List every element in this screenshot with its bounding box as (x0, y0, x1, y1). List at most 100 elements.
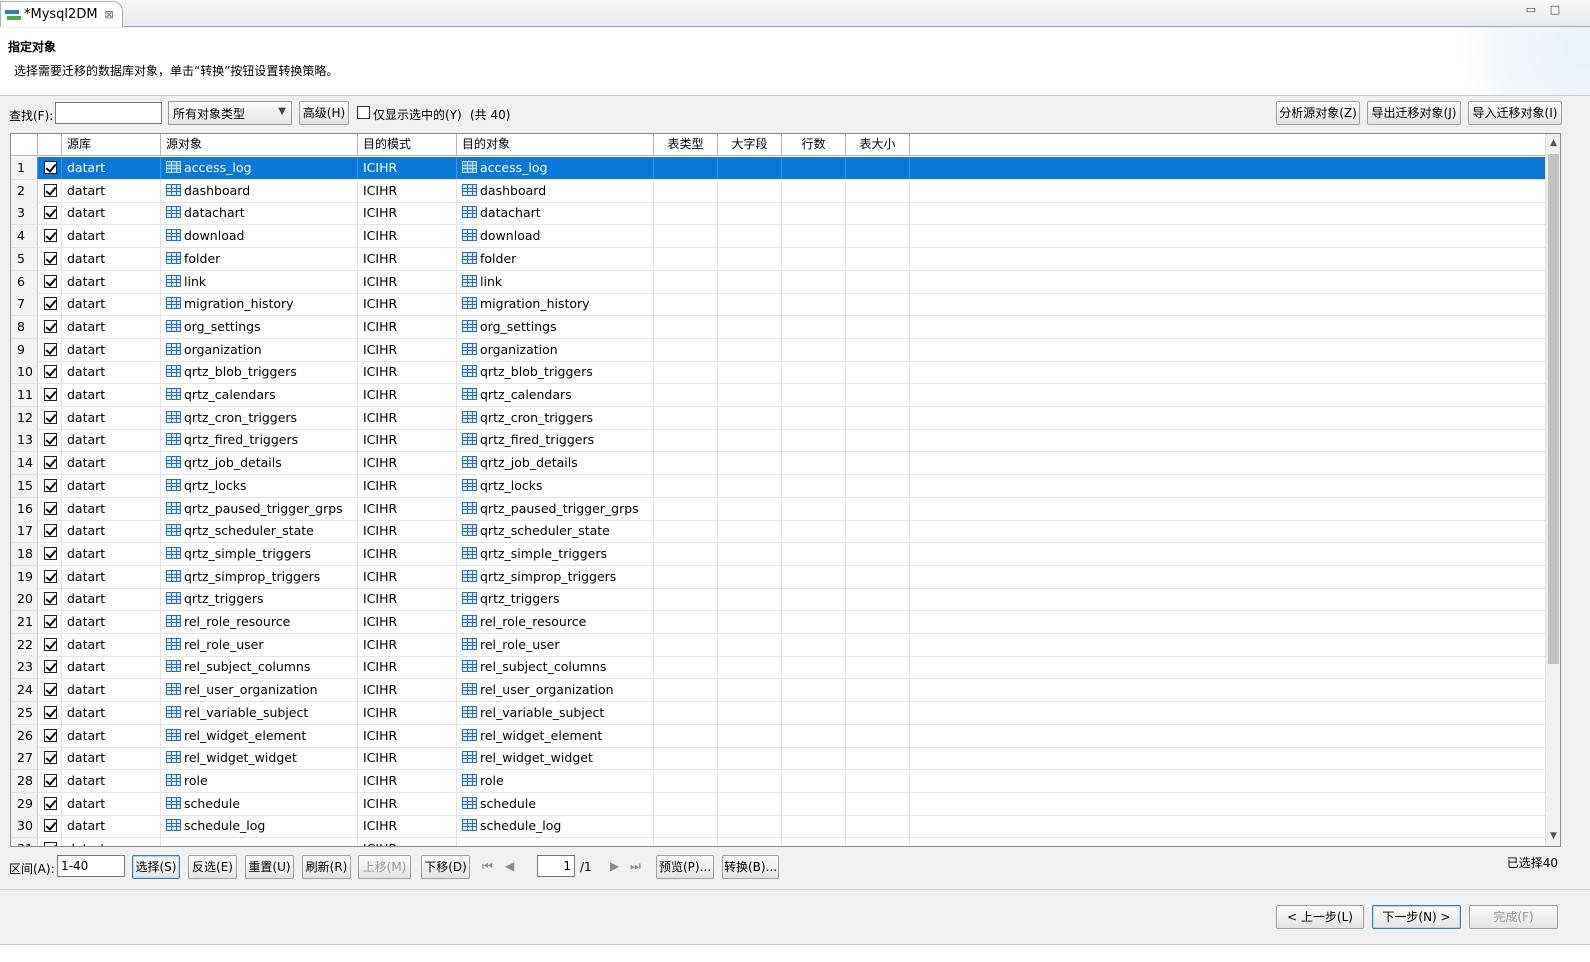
target-schema-cell[interactable]: ICIHR (358, 542, 457, 565)
lob-cell[interactable] (718, 474, 782, 497)
table-type-cell[interactable] (654, 338, 718, 361)
row-checkbox[interactable] (44, 388, 57, 401)
back-button[interactable]: < 上一步(L) (1276, 905, 1364, 929)
row-checkbox[interactable] (44, 728, 57, 742)
source-db-cell[interactable]: datart (62, 542, 161, 565)
table-type-cell[interactable] (654, 452, 718, 475)
lob-cell[interactable] (718, 247, 782, 270)
rows-cell[interactable] (782, 497, 846, 520)
source-db-cell[interactable]: datart (62, 611, 161, 633)
row-number[interactable]: 19 (11, 565, 38, 588)
target-object-cell[interactable]: organization (457, 338, 654, 361)
find-input[interactable] (55, 102, 162, 124)
target-schema-cell[interactable]: ICIHR (358, 679, 457, 702)
source-object-cell[interactable]: qrtz_scheduler_state (161, 520, 358, 543)
row-checkbox[interactable] (44, 751, 57, 765)
row-number[interactable]: 17 (11, 520, 38, 543)
table-size-cell[interactable] (846, 815, 910, 838)
table-type-cell[interactable] (654, 406, 718, 429)
target-schema-cell[interactable]: ICIHR (358, 293, 457, 316)
rows-cell[interactable] (782, 520, 846, 543)
source-db-cell[interactable]: datart (62, 361, 161, 384)
lob-cell[interactable] (718, 633, 782, 656)
table-row[interactable]: 19 datart qrtz_simprop_triggers ICIHR qrtz_s… (11, 565, 1547, 589)
target-object-cell[interactable]: rel_role_user (457, 633, 654, 656)
table-row[interactable]: 15 datart qrtz_locks ICIHR qrtz_locks (11, 474, 1547, 498)
source-object-cell[interactable]: role (161, 769, 358, 792)
table-row[interactable]: 5 datart folder ICIHR folder (11, 247, 1547, 271)
rows-cell[interactable] (782, 542, 846, 565)
target-object-cell[interactable]: schedule (457, 792, 654, 815)
target-object-cell[interactable]: download (457, 225, 654, 248)
table-type-cell[interactable] (654, 838, 718, 846)
table-size-cell[interactable] (846, 611, 910, 633)
target-object-cell[interactable]: rel_role_resource (457, 611, 654, 633)
lob-cell[interactable] (718, 157, 782, 179)
source-db-cell[interactable]: datart (62, 633, 161, 656)
table-row[interactable]: 2 datart dashboard ICIHR dashboard (11, 179, 1547, 203)
source-db-cell[interactable]: datart (62, 565, 161, 588)
source-object-cell[interactable]: schedule (161, 792, 358, 815)
source-object-cell[interactable]: qrtz_job_details (161, 452, 358, 475)
target-schema-cell[interactable]: ICIHR (358, 724, 457, 747)
source-db-cell[interactable]: datart (62, 293, 161, 316)
target-object-cell[interactable]: qrtz_scheduler_state (457, 520, 654, 543)
source-object-cell[interactable]: rel_widget_element (161, 724, 358, 747)
source-db-cell[interactable]: datart (62, 769, 161, 792)
table-row[interactable]: 31 datart ICIHR (11, 838, 1547, 846)
row-number[interactable]: 26 (11, 724, 38, 747)
target-schema-cell[interactable]: ICIHR (358, 633, 457, 656)
target-schema-cell[interactable]: ICIHR (358, 338, 457, 361)
row-checkbox[interactable] (44, 297, 57, 311)
lob-cell[interactable] (718, 384, 782, 406)
table-size-cell[interactable] (846, 293, 910, 316)
row-number[interactable]: 6 (11, 270, 38, 293)
source-db-cell[interactable]: datart (62, 747, 161, 770)
target-schema-cell[interactable]: ICIHR (358, 225, 457, 248)
col-source-db[interactable]: 源库 (62, 134, 161, 156)
rows-cell[interactable] (782, 701, 846, 724)
lob-cell[interactable] (718, 225, 782, 248)
row-number[interactable]: 1 (11, 157, 38, 179)
table-size-cell[interactable] (846, 724, 910, 747)
rows-cell[interactable] (782, 225, 846, 248)
row-checkbox[interactable] (44, 319, 57, 333)
target-object-cell[interactable]: link (457, 270, 654, 293)
row-number[interactable]: 20 (11, 588, 38, 611)
target-schema-cell[interactable]: ICIHR (358, 769, 457, 792)
lob-cell[interactable] (718, 542, 782, 565)
table-type-cell[interactable] (654, 679, 718, 702)
row-checkbox[interactable] (44, 342, 57, 356)
check-header[interactable] (38, 134, 62, 156)
target-schema-cell[interactable]: ICIHR (358, 588, 457, 611)
source-object-cell[interactable]: qrtz_blob_triggers (161, 361, 358, 384)
source-db-cell[interactable]: datart (62, 701, 161, 724)
target-schema-cell[interactable]: ICIHR (358, 452, 457, 475)
row-checkbox[interactable] (44, 206, 57, 220)
target-object-cell[interactable]: qrtz_locks (457, 474, 654, 497)
source-db-cell[interactable]: datart (62, 179, 161, 202)
table-row[interactable]: 7 datart migration_history ICIHR migration_h… (11, 293, 1547, 317)
source-db-cell[interactable]: datart (62, 202, 161, 225)
target-object-cell[interactable]: rel_variable_subject (457, 701, 654, 724)
table-row[interactable]: 25 datart rel_variable_subject ICIHR rel_var… (11, 701, 1547, 725)
source-object-cell[interactable]: qrtz_fired_triggers (161, 429, 358, 452)
target-schema-cell[interactable]: ICIHR (358, 157, 457, 179)
target-schema-cell[interactable]: ICIHR (358, 565, 457, 588)
lob-cell[interactable] (718, 838, 782, 846)
rows-cell[interactable] (782, 429, 846, 452)
table-row[interactable]: 8 datart org_settings ICIHR org_settings (11, 315, 1547, 339)
source-object-cell[interactable] (161, 838, 358, 846)
target-schema-cell[interactable]: ICIHR (358, 384, 457, 406)
table-size-cell[interactable] (846, 497, 910, 520)
export-objects-button[interactable]: 导出迁移对象(J) (1367, 101, 1461, 125)
object-type-select[interactable]: 所有对象类型 ▼ (168, 101, 292, 125)
row-checkbox[interactable] (44, 274, 57, 288)
row-checkbox[interactable] (44, 546, 57, 560)
row-number[interactable]: 24 (11, 679, 38, 702)
import-objects-button[interactable]: 导入迁移对象(I) (1468, 101, 1562, 125)
row-checkbox[interactable] (44, 705, 57, 719)
table-type-cell[interactable] (654, 202, 718, 225)
invert-selection-button[interactable]: 反选(E) (188, 855, 237, 879)
rows-cell[interactable] (782, 202, 846, 225)
